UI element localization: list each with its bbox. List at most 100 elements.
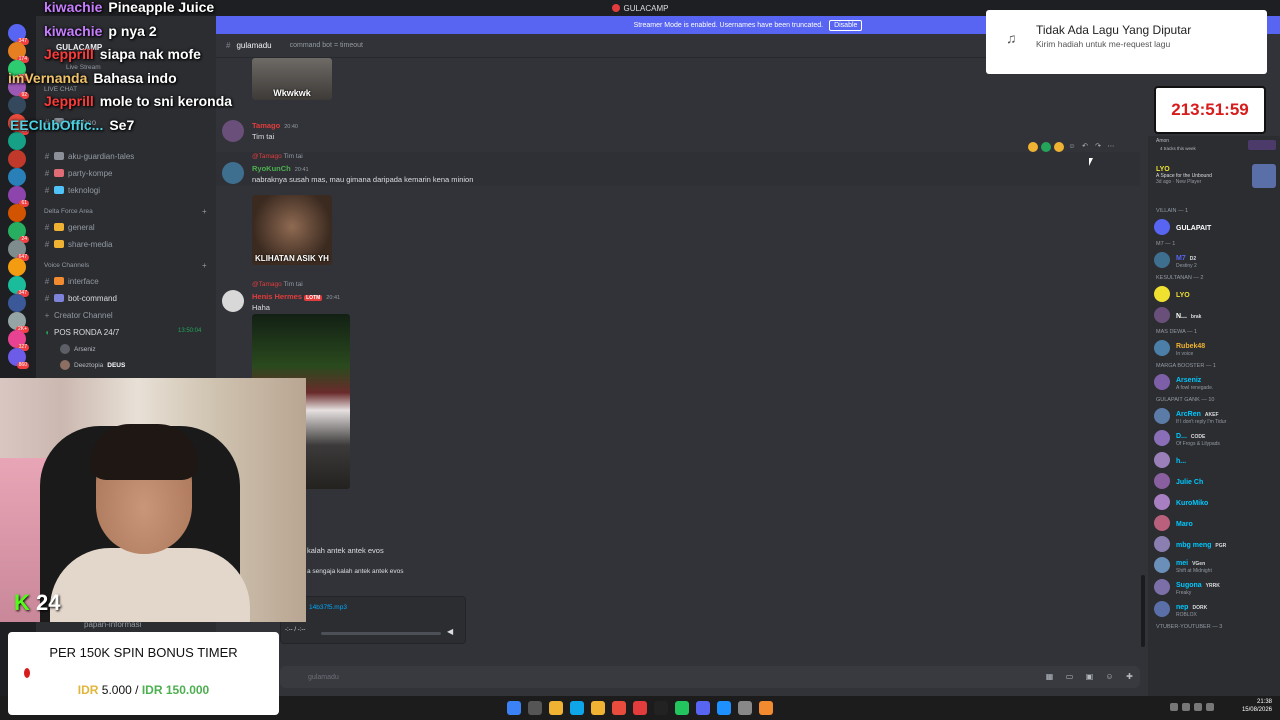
channel-teknologi[interactable]: # teknologi [36,182,216,198]
server-icon[interactable]: 24 [8,222,29,243]
chrome-icon[interactable] [612,701,626,715]
message-input[interactable]: gulamadu [280,666,1140,688]
chevron-up-icon[interactable] [1170,703,1178,711]
app-launcher-icon[interactable]: ▦ [1044,671,1055,682]
battery-icon[interactable] [1206,703,1214,711]
reaction-emoji-icon[interactable] [1028,142,1038,152]
network-icon[interactable] [1182,703,1190,711]
member-item[interactable]: mei VGen Shift at Midnight [1154,556,1280,574]
member-item[interactable]: h... [1154,451,1280,469]
audio-progress-track[interactable] [321,632,441,635]
member-item[interactable]: LYO A Space for the Unbound 3d ago · New… [1154,164,1280,188]
server-name[interactable]: GULACAMP [56,43,102,52]
add-channel-icon[interactable]: + [202,207,207,216]
message-author[interactable]: Tamago 20:40 [252,121,298,130]
channel-party-kompe[interactable]: # party-kompe [36,165,216,181]
start-icon[interactable] [507,701,521,715]
sticker-icon[interactable]: ▣ [1084,671,1095,682]
member-item[interactable]: N... brak [1154,306,1280,324]
file-explorer-icon[interactable] [549,701,563,715]
calculator-icon[interactable] [738,701,752,715]
server-icon[interactable]: 13 [8,114,29,135]
server-icon[interactable] [8,204,26,222]
avatar[interactable] [222,290,244,312]
server-icon[interactable]: 129 [8,60,29,81]
member-item[interactable]: ArcRen AKEF If I don't reply I'm Tidur [1154,407,1280,425]
edge-icon[interactable] [570,701,584,715]
apps-icon[interactable]: ✚ [1124,671,1135,682]
server-icon[interactable]: 647 [8,240,29,261]
gif-icon[interactable]: ▭ [1064,671,1075,682]
disable-streamer-button[interactable]: Disable [829,19,863,31]
message-author[interactable]: RyoKunCh 20:41 [252,164,309,173]
server-icon[interactable] [8,150,26,168]
media-player-icon[interactable] [759,701,773,715]
message-author[interactable]: Henis Hermes LOTM 20:41 [252,292,340,301]
meme-image[interactable]: KLIHATAN ASIK YH [252,195,332,265]
member-item[interactable]: Arseniz A fowl renegade. [1154,373,1280,391]
member-item[interactable]: Sugona YRRK Freaky [1154,578,1280,596]
server-icon[interactable]: 327 [8,330,29,351]
avatar[interactable] [222,120,244,142]
emoji-icon[interactable]: ☺ [1104,671,1115,682]
reply-preview[interactable]: @Tamago Tim tai [252,281,303,288]
volume-icon[interactable] [1194,703,1202,711]
channel-bot-command[interactable]: # bot-command [36,290,216,306]
member-item[interactable]: LYO [1154,285,1280,303]
server-icon[interactable] [8,96,26,114]
server-icon[interactable]: 61 [8,186,29,207]
attachment-filename[interactable]: 14b37f5.mp3 [309,604,347,611]
server-icon[interactable]: 92 [8,78,29,99]
live-chat-category[interactable]: LIVE CHAT [44,86,77,93]
avatar[interactable] [222,162,244,184]
add-reaction-icon[interactable]: ☺ [1067,142,1077,152]
server-icon[interactable]: 2K+ [8,312,29,333]
channel-share-media[interactable]: # share-media [36,236,216,252]
reaction-emoji-icon[interactable] [1054,142,1064,152]
member-item[interactable]: KuroMiko [1154,493,1280,511]
more-options-icon[interactable]: ⋯ [1106,142,1116,152]
add-channel-icon[interactable]: + [202,261,207,270]
xbox-icon[interactable] [675,701,689,715]
member-item[interactable]: mbg meng PGR [1154,535,1280,553]
member-item[interactable]: D... CODE Of Frogs & Lilypads [1154,429,1280,447]
channel-creator[interactable]: + Creator Channel [36,307,216,323]
server-icon[interactable]: 347 [8,276,29,297]
member-item[interactable]: Rubek48 In voice [1154,339,1280,357]
category-delta-force[interactable]: Delta Force Area + [44,207,207,216]
server-icon[interactable] [8,258,26,276]
channel-general[interactable]: # general [36,219,216,235]
voice-user[interactable]: Deeztopia DEUS [60,358,125,372]
capcut-icon[interactable] [654,701,668,715]
member-item[interactable]: GULAPAIT [1154,218,1280,236]
server-icon[interactable]: 174 [8,42,29,63]
voice-user[interactable]: Arseniz [60,342,96,356]
server-icon[interactable] [8,132,26,150]
channel-interface[interactable]: # interface [36,273,216,289]
reply-preview[interactable]: @Tamago Tim tai [252,153,303,160]
server-icon[interactable]: 347 [8,24,29,45]
channel-aku-guardian-tales[interactable]: # aku-guardian-tales [36,148,216,164]
member-item[interactable]: Maro [1154,514,1280,532]
member-item[interactable]: M7 D2 Destiny 2 [1154,251,1280,269]
discord-icon[interactable] [696,701,710,715]
meme-image[interactable]: Wkwkwk [252,58,332,100]
steam-icon[interactable] [717,701,731,715]
task-view-icon[interactable] [528,701,542,715]
reply-icon[interactable]: ↶ [1080,142,1090,152]
server-icon[interactable] [8,168,26,186]
reaction-check-icon[interactable] [1041,142,1051,152]
member-item[interactable]: Julie Ch [1154,472,1280,490]
member-name: Sugona [1176,582,1202,589]
chat-scrollbar[interactable] [1141,575,1145,647]
member-item[interactable]: nep DORK ROBLOX [1154,600,1280,618]
server-icon[interactable] [8,294,26,312]
server-icon[interactable]: 860 [8,348,29,369]
clock[interactable]: 21:38 15/08/2026 [1242,698,1272,714]
obs-icon[interactable] [633,701,647,715]
forward-icon[interactable]: ↷ [1093,142,1103,152]
channel-weaboo[interactable]: # weaboo [36,114,216,130]
volume-icon[interactable]: ◀ [447,627,453,636]
folder-icon[interactable] [591,701,605,715]
category-voice-channels[interactable]: Voice Channels + [44,261,207,270]
